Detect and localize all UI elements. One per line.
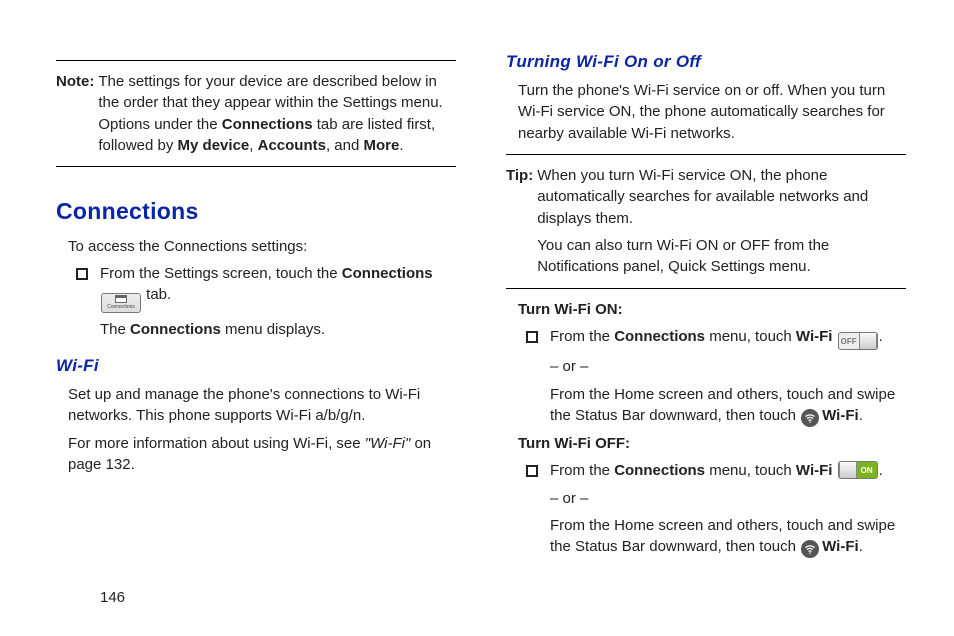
paragraph: To access the Connections settings: bbox=[68, 236, 456, 257]
label-turn-on: Turn Wi-Fi ON: bbox=[518, 299, 906, 320]
paragraph: Turn the phone's Wi-Fi service on or off… bbox=[518, 80, 906, 144]
bold: Connections bbox=[342, 265, 433, 282]
text: menu, touch bbox=[705, 462, 796, 479]
tip-label: Tip: bbox=[506, 165, 537, 277]
heading-connections: Connections bbox=[56, 195, 456, 228]
text: . bbox=[399, 137, 403, 154]
bold: My device bbox=[178, 137, 250, 154]
bold: Accounts bbox=[258, 137, 326, 154]
right-column: Turning Wi-Fi On or Off Turn the phone's… bbox=[506, 50, 906, 606]
left-column: Note: The settings for your device are d… bbox=[56, 50, 456, 606]
bold: Wi-Fi bbox=[822, 538, 859, 555]
bullet-item: From the Connections menu, touch Wi-Fi O… bbox=[506, 460, 906, 481]
bold: Connections bbox=[222, 116, 313, 133]
paragraph: The Connections menu displays. bbox=[100, 319, 456, 340]
text: , bbox=[249, 137, 257, 154]
bullet-item: From the Settings screen, touch the Conn… bbox=[56, 263, 456, 312]
bold: Turn Wi-Fi OFF: bbox=[518, 435, 630, 452]
or-line: – or – bbox=[550, 488, 906, 509]
paragraph: Set up and manage the phone's connection… bbox=[68, 384, 456, 427]
chip-label: Connections bbox=[107, 304, 135, 311]
rule bbox=[506, 288, 906, 289]
paragraph: From the Home screen and others, touch a… bbox=[550, 384, 906, 427]
connections-tab-icon: Connections bbox=[101, 293, 141, 313]
bold: Wi-Fi bbox=[822, 407, 859, 424]
bold: Turn Wi-Fi ON: bbox=[518, 301, 623, 318]
crossref: "Wi-Fi" bbox=[365, 435, 411, 452]
bullet-text: From the Connections menu, touch Wi-Fi O… bbox=[550, 460, 906, 481]
rule bbox=[56, 60, 456, 61]
subheading-wifi: Wi-Fi bbox=[56, 354, 456, 378]
square-bullet-icon bbox=[526, 465, 538, 477]
note-label: Note: bbox=[56, 71, 98, 156]
or-line: – or – bbox=[550, 356, 906, 377]
paragraph: From the Home screen and others, touch a… bbox=[550, 515, 906, 558]
text: From the Settings screen, touch the bbox=[100, 265, 342, 282]
bold: Wi-Fi bbox=[796, 328, 833, 345]
tip-body: When you turn Wi-Fi service ON, the phon… bbox=[537, 165, 906, 277]
wifi-icon bbox=[801, 540, 819, 558]
text: For more information about using Wi-Fi, … bbox=[68, 435, 365, 452]
bold: Wi-Fi bbox=[796, 462, 833, 479]
text: You can also turn Wi-Fi ON or OFF from t… bbox=[537, 237, 829, 275]
text: , and bbox=[326, 137, 364, 154]
text: tab. bbox=[142, 286, 171, 303]
wifi-icon bbox=[801, 409, 819, 427]
tip-block: Tip: When you turn Wi-Fi service ON, the… bbox=[506, 165, 906, 277]
subheading-wifi-onoff: Turning Wi-Fi On or Off bbox=[506, 50, 906, 74]
text: From the bbox=[550, 328, 614, 345]
text: The bbox=[100, 321, 130, 338]
square-bullet-icon bbox=[76, 268, 88, 280]
bullet-text: From the Settings screen, touch the Conn… bbox=[100, 263, 456, 312]
bullet-item: From the Connections menu, touch Wi-Fi O… bbox=[506, 326, 906, 351]
label-turn-off: Turn Wi-Fi OFF: bbox=[518, 433, 906, 454]
text: menu displays. bbox=[221, 321, 325, 338]
text: OFF bbox=[839, 336, 859, 347]
page-number: 146 bbox=[100, 589, 125, 606]
note-block: Note: The settings for your device are d… bbox=[56, 71, 456, 156]
bullet-text: From the Connections menu, touch Wi-Fi O… bbox=[550, 326, 906, 351]
toggle-on-icon: ON bbox=[838, 461, 878, 479]
text: ON bbox=[857, 462, 877, 478]
text: menu, touch bbox=[705, 328, 796, 345]
bold: More bbox=[363, 137, 399, 154]
bold: Connections bbox=[614, 462, 705, 479]
manual-page: Note: The settings for your device are d… bbox=[0, 0, 954, 636]
rule bbox=[506, 154, 906, 155]
paragraph: For more information about using Wi-Fi, … bbox=[68, 433, 456, 476]
bold: Connections bbox=[614, 328, 705, 345]
text: When you turn Wi-Fi service ON, the phon… bbox=[537, 167, 868, 227]
square-bullet-icon bbox=[526, 331, 538, 343]
text: From the bbox=[550, 462, 614, 479]
toggle-off-icon: OFF bbox=[838, 332, 878, 350]
note-body: The settings for your device are describ… bbox=[98, 71, 456, 156]
bold: Connections bbox=[130, 321, 221, 338]
rule bbox=[56, 166, 456, 167]
